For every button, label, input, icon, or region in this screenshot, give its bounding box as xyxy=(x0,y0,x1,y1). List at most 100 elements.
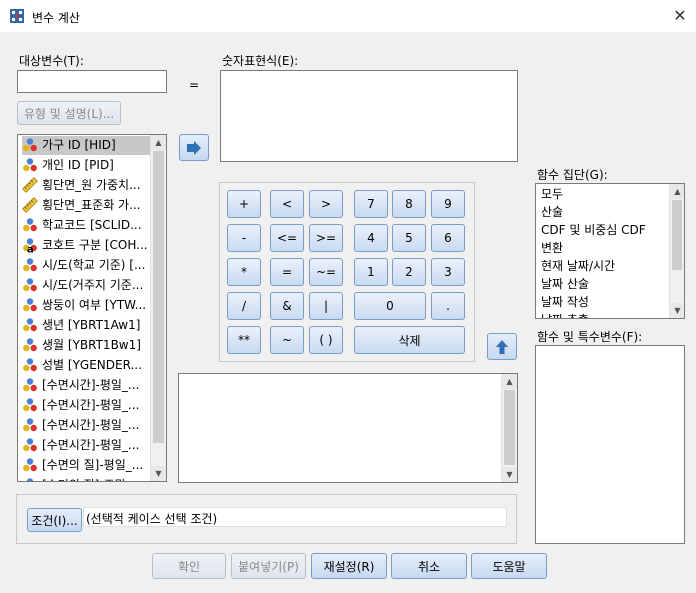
string-nominal-icon: a xyxy=(23,237,37,253)
key-greater-than[interactable]: > xyxy=(309,190,343,218)
scroll-down-icon[interactable]: ▼ xyxy=(502,467,517,482)
function-group-item[interactable]: CDF 및 비중심 CDF xyxy=(541,221,646,239)
key-power[interactable]: ** xyxy=(227,326,261,354)
variable-label: 시/도(거주지 기준... xyxy=(42,278,144,292)
move-variable-to-expression-button[interactable] xyxy=(179,134,209,161)
if-condition-button[interactable]: 조건(I)... xyxy=(27,508,82,532)
close-icon[interactable]: ✕ xyxy=(670,6,690,26)
ok-button[interactable]: 확인 xyxy=(152,553,226,579)
scroll-thumb[interactable] xyxy=(153,151,164,443)
variable-list-item[interactable]: a 코호트 구분 [COH... xyxy=(22,236,150,255)
variable-list-item[interactable]: 시/도(거주지 기준... xyxy=(22,276,150,295)
variable-list-item[interactable]: 개인 ID [PID] xyxy=(22,156,150,175)
variable-list-item[interactable]: [수면의 질]-평일_... xyxy=(22,456,150,475)
key-equals[interactable]: = xyxy=(270,258,304,286)
function-group-item[interactable]: 날짜 작성 xyxy=(541,293,589,311)
description-scrollbar[interactable]: ▲ ▼ xyxy=(501,374,517,482)
variable-list-item[interactable]: 가구 ID [HID] xyxy=(22,136,150,155)
move-function-up-button[interactable] xyxy=(487,333,517,360)
key-greater-equal[interactable]: >= xyxy=(309,224,343,252)
key-9[interactable]: 9 xyxy=(431,190,465,218)
key-plus[interactable]: + xyxy=(227,190,261,218)
variable-list-item[interactable]: [수면시간]-평일_... xyxy=(22,416,150,435)
numeric-expression-label: 숫자표현식(E): xyxy=(222,54,299,68)
function-group-item[interactable]: 산술 xyxy=(541,203,563,221)
key-minus[interactable]: - xyxy=(227,224,261,252)
variable-label: [수면시간]-평일_... xyxy=(42,398,140,412)
variable-list-item[interactable]: 성별 [YGENDER... xyxy=(22,356,150,375)
scale-ruler-icon xyxy=(22,176,38,193)
nominal-icon xyxy=(23,397,37,411)
key-or[interactable]: | xyxy=(309,292,343,320)
function-group-scrollbar[interactable]: ▲ ▼ xyxy=(669,184,684,318)
key-decimal[interactable]: . xyxy=(431,292,465,320)
key-8[interactable]: 8 xyxy=(392,190,426,218)
function-group-item[interactable]: 날짜 추출 xyxy=(541,311,589,318)
target-variable-input[interactable] xyxy=(17,70,167,93)
variable-list-item[interactable]: 학교코드 [SCLID... xyxy=(22,216,150,235)
variable-list-item[interactable]: [수면시간]-평일_... xyxy=(22,396,150,415)
key-3[interactable]: 3 xyxy=(431,258,465,286)
scroll-down-icon[interactable]: ▼ xyxy=(151,466,166,481)
type-and-label-button[interactable]: 유형 및 설명(L)... xyxy=(17,101,121,125)
key-1[interactable]: 1 xyxy=(354,258,388,286)
help-button[interactable]: 도움말 xyxy=(471,553,547,579)
reset-button[interactable]: 재설정(R) xyxy=(311,553,387,579)
variable-list-item[interactable]: 시/도(학교 기준) [... xyxy=(22,256,150,275)
nominal-icon xyxy=(23,257,37,271)
arrow-up-icon xyxy=(496,339,508,354)
variable-list-item[interactable]: 쌍둥이 여부 [YTW... xyxy=(22,296,150,315)
variable-label: 성별 [YGENDER... xyxy=(42,358,142,372)
key-not[interactable]: ~ xyxy=(270,326,304,354)
variable-list-scrollbar[interactable]: ▲ ▼ xyxy=(150,135,166,481)
function-group-label: 함수 집단(G): xyxy=(537,168,608,182)
compute-variable-icon xyxy=(10,9,24,23)
key-5[interactable]: 5 xyxy=(392,224,426,252)
scroll-down-icon[interactable]: ▼ xyxy=(670,303,684,318)
key-divide[interactable]: / xyxy=(227,292,261,320)
scroll-up-icon[interactable]: ▲ xyxy=(670,184,684,199)
variable-label: 코호트 구분 [COH... xyxy=(42,238,148,252)
condition-text: (선택적 케이스 선택 조건) xyxy=(86,512,218,526)
function-group-item[interactable]: 날짜 산술 xyxy=(541,275,589,293)
paste-button[interactable]: 붙여넣기(P) xyxy=(231,553,306,579)
key-and[interactable]: & xyxy=(270,292,304,320)
variable-list-item[interactable]: 횡단면_표준화 가... xyxy=(22,196,150,215)
function-group-item[interactable]: 모두 xyxy=(541,185,563,203)
equals-sign: = xyxy=(189,78,200,92)
variable-list-item[interactable]: 횡단면_원 가중치... xyxy=(22,176,150,195)
variable-list[interactable]: ▲ ▼ 가구 ID [HID] 개인 ID [PID] 횡단면_원 가중치... 횡단… xyxy=(17,134,167,482)
functions-special-vars-list[interactable] xyxy=(535,345,685,544)
variable-list-item[interactable]: 생년 [YBRT1Aw1] xyxy=(22,316,150,335)
key-multiply[interactable]: * xyxy=(227,258,261,286)
key-not-equal[interactable]: ~= xyxy=(309,258,343,286)
variable-list-item[interactable]: [수면시간]-평일_... xyxy=(22,376,150,395)
cancel-button[interactable]: 취소 xyxy=(391,553,467,579)
key-6[interactable]: 6 xyxy=(431,224,465,252)
scroll-thumb[interactable] xyxy=(504,390,515,465)
scroll-up-icon[interactable]: ▲ xyxy=(502,374,517,389)
key-parentheses[interactable]: ( ) xyxy=(309,326,343,354)
variable-label: [수면시간]-평일_... xyxy=(42,438,140,452)
key-less-than[interactable]: < xyxy=(270,190,304,218)
variable-list-item[interactable]: [수면의 질]-주말... xyxy=(22,476,150,481)
numeric-expression-input[interactable] xyxy=(220,70,518,162)
variable-label: 학교코드 [SCLID... xyxy=(42,218,142,232)
function-group-item[interactable]: 현재 날짜/시간 xyxy=(541,257,615,275)
variable-list-item[interactable]: [수면시간]-평일_... xyxy=(22,436,150,455)
variable-label: [수면시간]-평일_... xyxy=(42,378,140,392)
key-4[interactable]: 4 xyxy=(354,224,388,252)
function-group-item[interactable]: 변환 xyxy=(541,239,563,257)
function-group-list[interactable]: ▲ ▼ 모두 산술 CDF 및 비중심 CDF 변환 현재 날짜/시간 날짜 산술 날짜 작… xyxy=(535,183,685,319)
key-delete[interactable]: 삭제 xyxy=(354,326,465,354)
svg-text:a: a xyxy=(27,244,34,253)
key-7[interactable]: 7 xyxy=(354,190,388,218)
key-less-equal[interactable]: <= xyxy=(270,224,304,252)
key-0[interactable]: 0 xyxy=(354,292,426,320)
key-2[interactable]: 2 xyxy=(392,258,426,286)
scroll-up-icon[interactable]: ▲ xyxy=(151,135,166,150)
variable-list-item[interactable]: 생월 [YBRT1Bw1] xyxy=(22,336,150,355)
variable-label: [수면의 질]-평일_... xyxy=(42,458,144,472)
scroll-thumb[interactable] xyxy=(672,200,682,270)
nominal-icon xyxy=(23,457,37,471)
